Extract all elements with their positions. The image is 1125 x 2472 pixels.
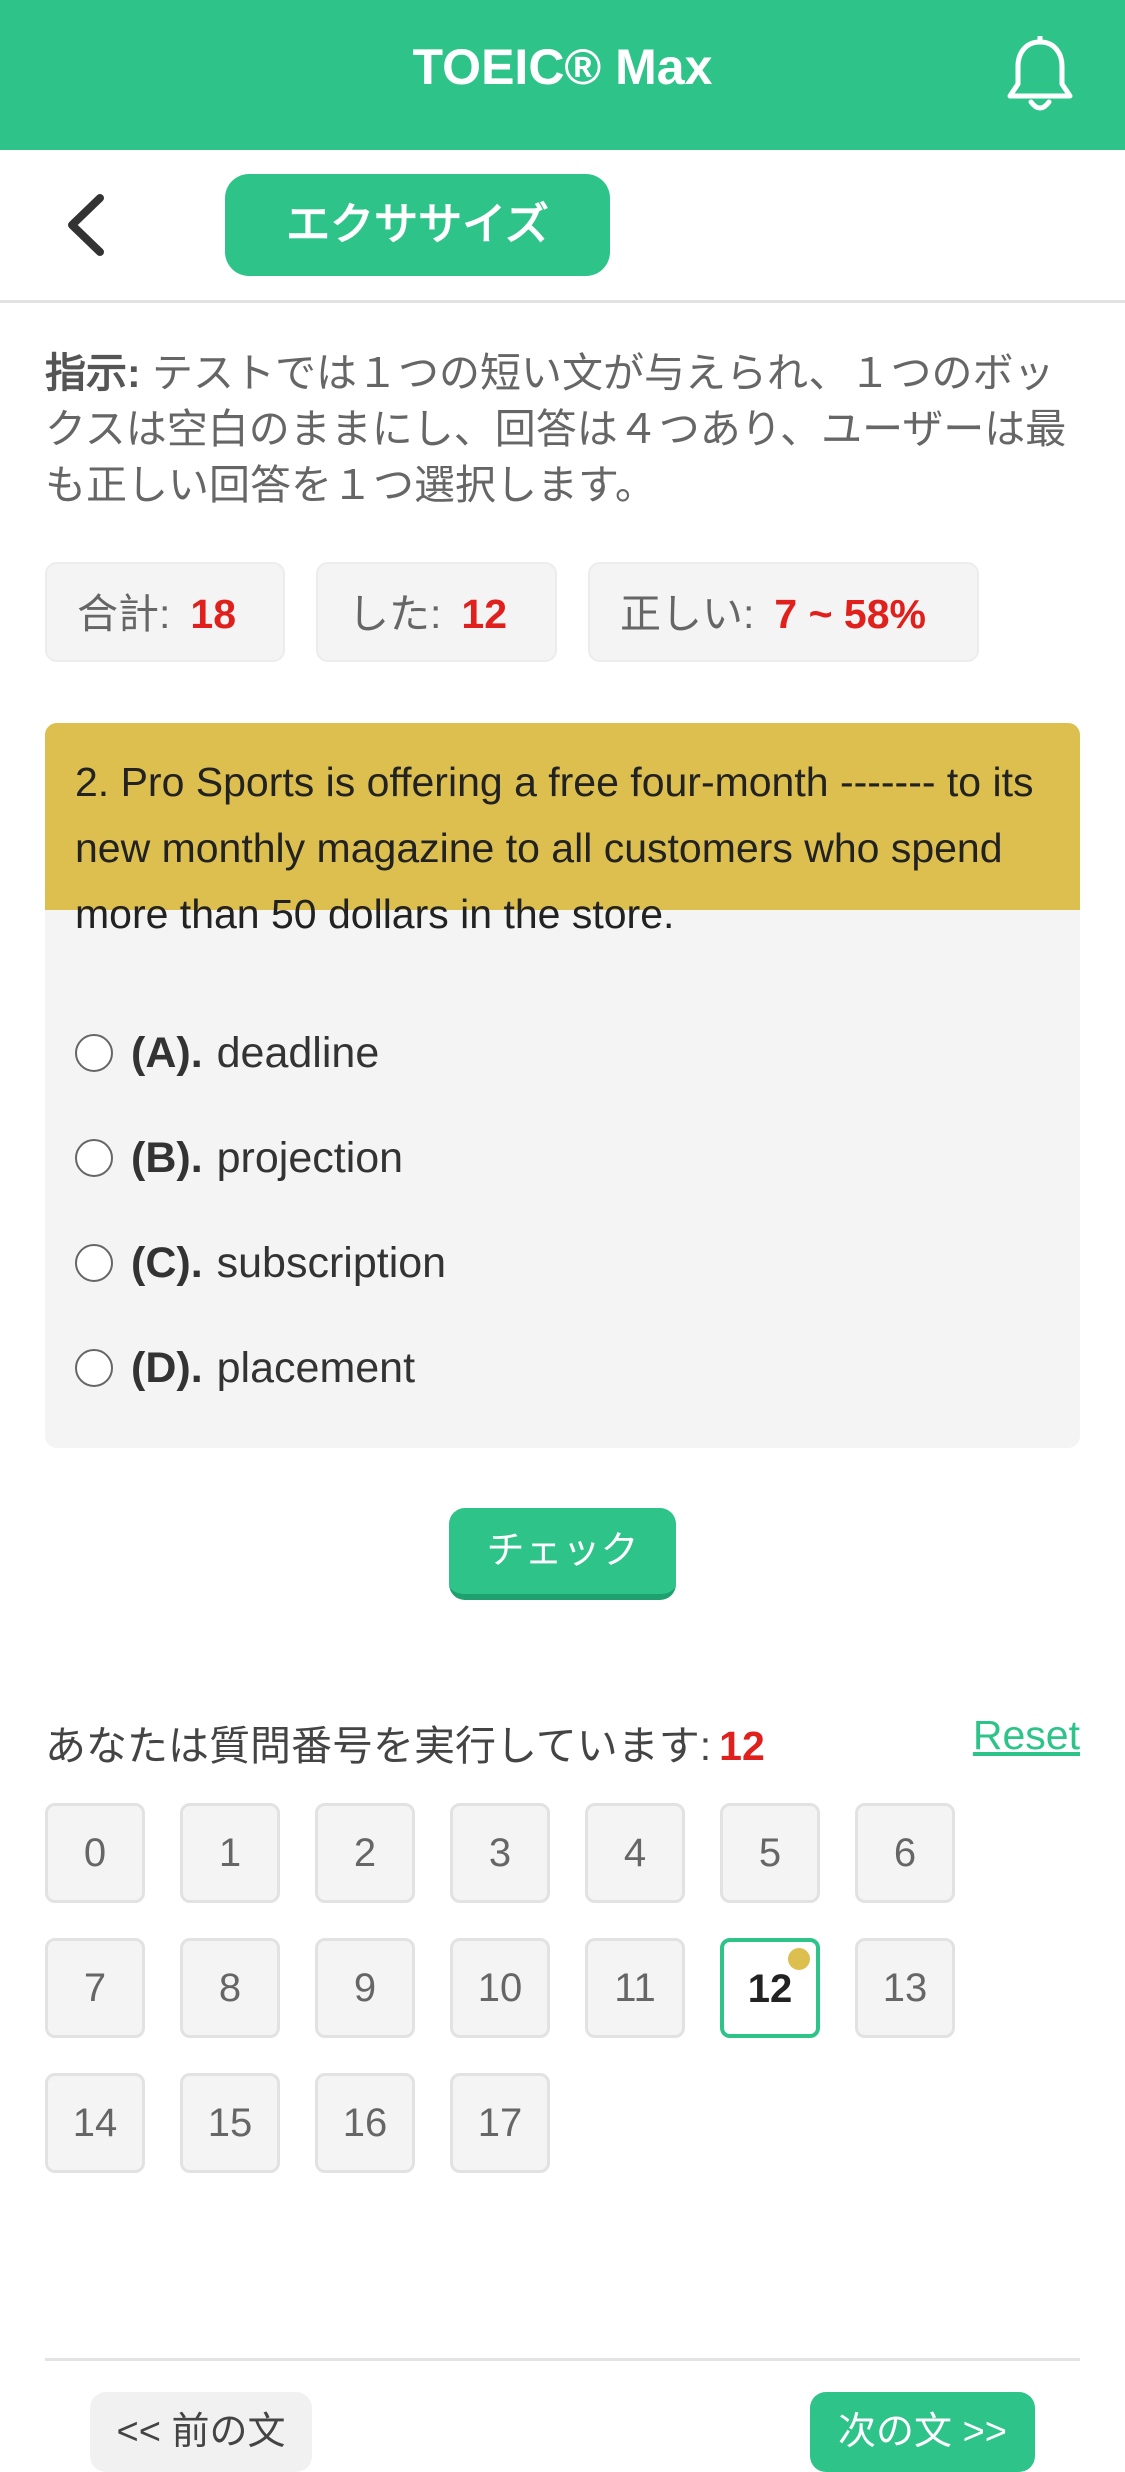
question-number-button[interactable]: 13 (855, 1938, 955, 2038)
question-number-button[interactable]: 17 (450, 2073, 550, 2173)
sub-navigation: エクササイズ (0, 150, 1125, 303)
option-text: placement (216, 1343, 416, 1392)
footer-divider (45, 2358, 1080, 2361)
reset-link[interactable]: Reset (973, 1712, 1080, 1759)
question-number-button[interactable]: 4 (585, 1803, 685, 1903)
question-number-button[interactable]: 14 (45, 2073, 145, 2173)
instructions: 指示: テストでは１つの短い文が与えられ、１つのボックスは空白のままにし、回答は… (45, 345, 1085, 513)
app-title: TOEIC® Max (412, 39, 713, 95)
instructions-label: 指示: (45, 350, 141, 396)
question-number-button[interactable]: 2 (315, 1803, 415, 1903)
stat-correct-label: 正しい: (620, 591, 755, 637)
current-marker-dot (788, 1948, 810, 1970)
bell-icon[interactable] (1005, 36, 1075, 114)
question-number-button[interactable]: 10 (450, 1938, 550, 2038)
option-c[interactable]: (C). subscription (75, 1223, 446, 1303)
current-question-number: 12 (719, 1723, 765, 1769)
app-bar: TOEIC® Max (0, 0, 1125, 150)
question-number-button[interactable]: 0 (45, 1803, 145, 1903)
question-number-button[interactable]: 1 (180, 1803, 280, 1903)
question-number-button[interactable]: 8 (180, 1938, 280, 2038)
radio-button[interactable] (75, 1244, 113, 1282)
question-number-button[interactable]: 15 (180, 2073, 280, 2173)
option-text: deadline (216, 1028, 380, 1077)
question-number-button[interactable]: 6 (855, 1803, 955, 1903)
option-b[interactable]: (B). projection (75, 1118, 403, 1198)
question-number-button[interactable]: 5 (720, 1803, 820, 1903)
question-number-button[interactable]: 9 (315, 1938, 415, 2038)
progress-label: あなたは質問番号を実行しています: 12 (45, 1712, 765, 1772)
question-number-button[interactable]: 11 (585, 1938, 685, 2038)
option-text: subscription (216, 1238, 447, 1287)
question-number-button[interactable]: 16 (315, 2073, 415, 2173)
stat-total-value: 18 (190, 591, 237, 637)
previous-question-button[interactable]: << 前の文 (90, 2392, 312, 2472)
check-button[interactable]: チェック (449, 1508, 676, 1600)
question-number-button[interactable]: 3 (450, 1803, 550, 1903)
stat-total: 合計: 18 (45, 562, 285, 662)
option-key: (B). (131, 1133, 203, 1182)
option-text: projection (216, 1133, 404, 1182)
question-text: 2. Pro Sports is offering a free four-mo… (45, 723, 1080, 937)
radio-button[interactable] (75, 1139, 113, 1177)
option-key: (D). (131, 1343, 203, 1392)
stat-done-value: 12 (461, 591, 508, 637)
radio-button[interactable] (75, 1034, 113, 1072)
back-arrow-icon[interactable] (58, 190, 118, 260)
progress-label-text: あなたは質問番号を実行しています: (45, 1723, 712, 1769)
question-number-button[interactable]: 7 (45, 1938, 145, 2038)
stat-correct: 正しい: 7 ~ 58% (588, 562, 979, 662)
option-d[interactable]: (D). placement (75, 1328, 415, 1408)
question-number-button-current[interactable]: 12 (720, 1938, 820, 2038)
stat-total-label: 合計: (77, 591, 171, 637)
stat-correct-value: 7 ~ 58% (774, 591, 926, 637)
next-question-button[interactable]: 次の文 >> (810, 2392, 1035, 2472)
option-key: (A). (131, 1028, 203, 1077)
option-key: (C). (131, 1238, 203, 1287)
stat-done: した: 12 (316, 562, 557, 662)
question-number-label: 12 (747, 1967, 793, 2011)
question-card: 2. Pro Sports is offering a free four-mo… (45, 723, 1080, 1448)
option-a[interactable]: (A). deadline (75, 1013, 379, 1093)
radio-button[interactable] (75, 1349, 113, 1387)
stat-done-label: した: (348, 591, 442, 637)
tab-exercise[interactable]: エクササイズ (225, 174, 610, 276)
instructions-text: テストでは１つの短い文が与えられ、１つのボックスは空白のままにし、回答は４つあり… (45, 350, 1067, 508)
